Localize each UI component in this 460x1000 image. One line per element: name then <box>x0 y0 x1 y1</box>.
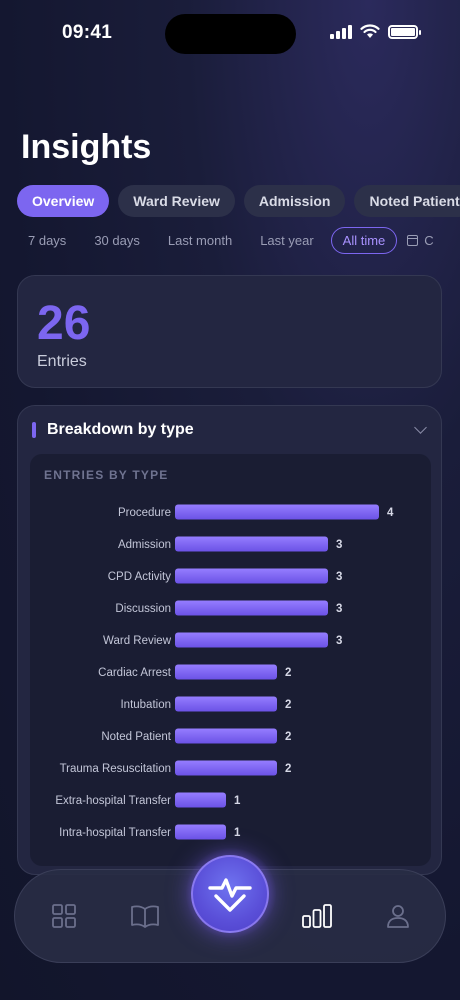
bar <box>175 664 277 680</box>
bar <box>175 760 277 776</box>
tab-noted-patient[interactable]: Noted Patient <box>354 185 460 217</box>
status-icons <box>330 24 421 39</box>
battery-icon <box>388 24 421 39</box>
bar-value-label: 3 <box>336 635 342 647</box>
bar-category-label: Ward Review <box>103 635 172 647</box>
dynamic-island <box>165 14 296 54</box>
entries-by-type-chart: Procedure 4 Admission 3 CPD Activity 3 Discuss… <box>55 504 394 840</box>
range-custom[interactable]: C <box>407 233 434 248</box>
range-last-month[interactable]: Last month <box>157 227 243 254</box>
range-7-days[interactable]: 7 days <box>17 227 77 254</box>
bar-category-label: Noted Patient <box>101 731 171 743</box>
bar-category-label: Trauma Resuscitation <box>60 763 171 775</box>
chevron-down-icon[interactable] <box>414 421 427 434</box>
bar-chart-icon[interactable] <box>301 903 333 929</box>
section-accent-bar <box>32 422 36 438</box>
profile-icon[interactable] <box>385 903 411 929</box>
bar <box>175 632 328 648</box>
bar-value-label: 2 <box>285 731 291 743</box>
bar-value-label: 2 <box>285 667 291 679</box>
entries-label: Entries <box>37 353 87 370</box>
bar-value-label: 2 <box>285 763 291 775</box>
status-time: 09:41 <box>62 22 113 43</box>
wifi-icon <box>360 24 380 38</box>
add-entry-button[interactable] <box>191 855 269 933</box>
bar <box>175 792 226 808</box>
bar-category-label: Admission <box>118 539 171 551</box>
range-30-days[interactable]: 30 days <box>83 227 151 254</box>
entries-count: 26 <box>37 297 91 350</box>
bar-category-label: Procedure <box>118 507 171 519</box>
bar <box>175 600 328 616</box>
bar-value-label: 2 <box>285 699 291 711</box>
type-tabs: Overview Ward Review Admission Noted Pat… <box>17 185 460 217</box>
bar-category-label: CPD Activity <box>108 571 172 583</box>
bar-category-label: Cardiac Arrest <box>98 667 172 679</box>
range-last-year[interactable]: Last year <box>249 227 324 254</box>
bar <box>175 568 328 584</box>
bar <box>175 728 277 744</box>
bar <box>175 824 226 840</box>
bar-value-label: 1 <box>234 795 241 807</box>
range-custom-label: C <box>424 233 434 248</box>
range-filter: 7 days 30 days Last month Last year All … <box>17 227 434 254</box>
bar-value-label: 3 <box>336 571 342 583</box>
breakdown-title: Breakdown by type <box>47 421 194 438</box>
bar-category-label: Extra-hospital Transfer <box>55 795 171 807</box>
grid-icon[interactable] <box>51 903 77 929</box>
book-icon[interactable] <box>130 903 160 929</box>
entries-summary-card: 26 Entries <box>17 275 442 388</box>
bar-value-label: 3 <box>336 539 342 551</box>
bar-value-label: 4 <box>387 507 394 519</box>
chart-panel: ENTRIES BY TYPE Procedure 4 Admission 3 CPD … <box>30 454 431 866</box>
page-title: Insights <box>21 128 152 166</box>
status-bar: 09:41 <box>0 0 460 60</box>
range-all-time[interactable]: All time <box>330 227 398 254</box>
breakdown-header[interactable]: Breakdown by type <box>18 406 441 454</box>
tab-ward-review[interactable]: Ward Review <box>118 185 235 217</box>
bar-category-label: Discussion <box>115 603 171 615</box>
calendar-icon <box>407 235 419 246</box>
tab-admission[interactable]: Admission <box>243 185 346 217</box>
bar-category-label: Intubation <box>120 699 171 711</box>
bar-category-label: Intra-hospital Transfer <box>59 827 171 839</box>
bar-value-label: 3 <box>336 603 342 615</box>
bar <box>175 536 328 552</box>
breakdown-card: Breakdown by type ENTRIES BY TYPE Proced… <box>17 405 442 875</box>
bar <box>175 504 379 520</box>
bar-value-label: 1 <box>234 827 241 839</box>
bar <box>175 696 277 712</box>
tab-overview[interactable]: Overview <box>17 185 110 217</box>
pulse-check-icon <box>208 878 252 912</box>
signal-icon <box>330 24 352 39</box>
